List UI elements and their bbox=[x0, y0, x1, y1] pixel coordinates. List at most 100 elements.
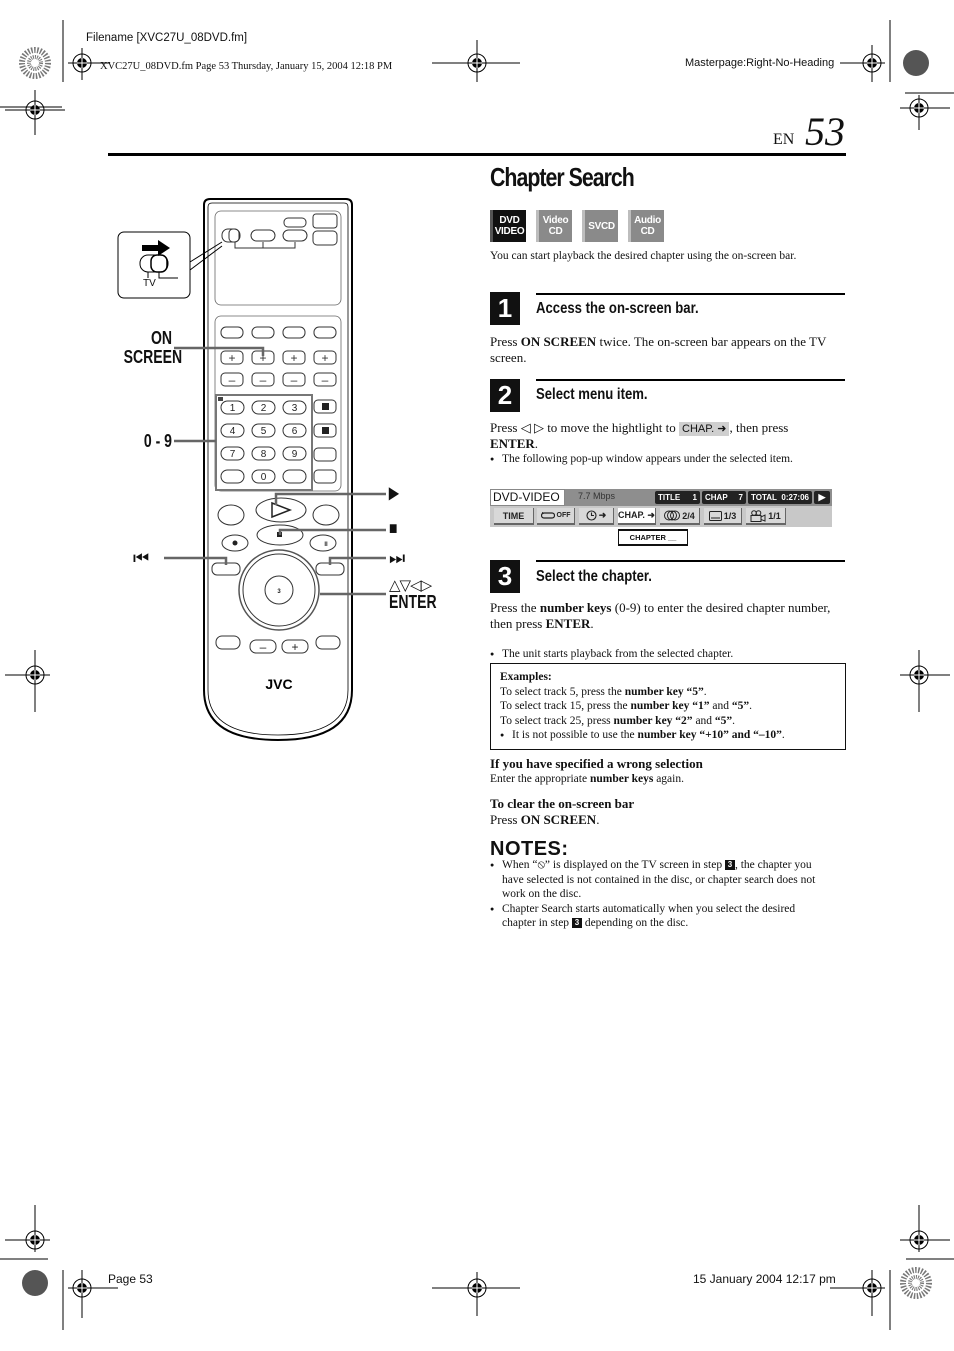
repeat-icon bbox=[540, 512, 555, 519]
text: Press bbox=[490, 334, 521, 349]
osd-btn-label: OFF bbox=[556, 512, 571, 519]
text: Press bbox=[490, 812, 521, 827]
key-name: number key “+10” and “–10” bbox=[637, 729, 782, 741]
badge-line: Video bbox=[542, 215, 569, 226]
osd-btn-subtitle[interactable]: 1/3 bbox=[704, 508, 742, 525]
text: Enter the appropriate bbox=[490, 773, 590, 785]
text: . bbox=[749, 700, 752, 712]
text: . bbox=[703, 685, 707, 698]
clock-icon bbox=[586, 510, 597, 521]
header-rule bbox=[108, 153, 846, 156]
osd-bitrate: 7.7 Mbps bbox=[578, 491, 616, 501]
osd-value: 0:27:06 bbox=[781, 493, 809, 502]
audio-icon bbox=[664, 510, 681, 521]
osd-status-row: DVD-VIDEO 7.7 Mbps TITLE 1 CHAP 7 TOTAL 0:2… bbox=[490, 489, 832, 506]
osd-total: TOTAL 0:27:06 bbox=[748, 491, 812, 504]
key-name: ENTER bbox=[545, 615, 591, 631]
step-1-number: 1 bbox=[490, 292, 520, 325]
osd-btn-time[interactable]: TIME bbox=[494, 508, 534, 525]
osd-btn-angle[interactable]: 1/1 bbox=[746, 508, 786, 525]
next-label-icon: ⏭ bbox=[389, 548, 406, 569]
angle-icon bbox=[750, 509, 766, 522]
subtitle-icon bbox=[708, 510, 722, 521]
badge-line: VIDEO bbox=[494, 226, 525, 237]
examples-title: Examples: bbox=[500, 671, 552, 683]
num-key-2: 2 bbox=[261, 403, 267, 414]
key-name: ON SCREEN bbox=[520, 812, 597, 827]
example-line: To select track 15, press the number key… bbox=[500, 699, 836, 714]
chap-chip: CHAP. ➜ bbox=[679, 422, 730, 436]
step-rule bbox=[536, 293, 845, 295]
osd-value: 1 bbox=[692, 493, 697, 502]
num-key-0: 0 bbox=[261, 472, 267, 483]
on-screen-label-1: ON bbox=[150, 328, 172, 348]
svg-text:+: + bbox=[290, 351, 297, 365]
svg-text:+: + bbox=[291, 640, 298, 654]
svg-text:–: – bbox=[260, 373, 267, 387]
badge-audio-cd: Audio CD bbox=[628, 210, 664, 242]
stop-label-icon: ■ bbox=[389, 518, 398, 538]
step-2-bullet: The following pop-up window appears unde… bbox=[490, 452, 835, 467]
wrong-selection-heading: If you have specified a wrong selection bbox=[490, 756, 703, 771]
num-key-5: 5 bbox=[261, 426, 267, 437]
osd-label: TOTAL bbox=[751, 493, 777, 502]
print-file-info: XVC27U_08DVD.fm Page 53 Thursday, Januar… bbox=[100, 61, 393, 72]
num-key-7: 7 bbox=[230, 449, 236, 460]
osd-btn-chapter[interactable]: CHAP. ➜ bbox=[618, 508, 656, 525]
example-line: To select track 5, press the number key … bbox=[500, 685, 836, 700]
osd-btn-label: CHAP. ➜ bbox=[618, 510, 655, 520]
osd-btn-repeat[interactable]: OFF bbox=[537, 508, 575, 525]
osd-chap: CHAP 7 bbox=[702, 491, 746, 504]
osd-btn-label: 1/3 bbox=[723, 510, 737, 521]
osd-btn-time-search[interactable]: ➜ bbox=[579, 508, 614, 525]
osd-value: 7 bbox=[738, 493, 743, 502]
num-key-6: 6 bbox=[292, 426, 298, 437]
clear-bar-heading: To clear the on-screen bar bbox=[490, 796, 635, 811]
example-bullet: It is not possible to use the number key… bbox=[500, 728, 836, 743]
text: Press the bbox=[490, 600, 540, 615]
key-name: ON SCREEN bbox=[520, 334, 597, 349]
text: Press ◁ ▷ to move the hightlight to bbox=[490, 420, 679, 435]
badge-line: CD bbox=[548, 226, 563, 237]
text: . bbox=[732, 714, 736, 727]
print-masterpage: Masterpage:Right-No-Heading bbox=[685, 57, 835, 69]
text: depending on the disc. bbox=[581, 917, 689, 929]
osd-btn-label: 1/1 bbox=[768, 510, 781, 521]
previous-label-icon: ⏮ bbox=[133, 548, 150, 569]
num-key-3: 3 bbox=[292, 403, 298, 414]
step-1-heading: Access the on-screen bar. bbox=[536, 300, 699, 317]
tv-switch-label: TV bbox=[143, 278, 156, 289]
badge-dvd-video: DVD VIDEO bbox=[490, 210, 526, 242]
osd-btn-label: 2/4 bbox=[682, 510, 695, 521]
step-3-text: Press the number keys (0-9) to enter the… bbox=[490, 600, 846, 631]
osd-label: TITLE bbox=[658, 493, 681, 502]
notes-list: When “⦸” is displayed on the TV screen i… bbox=[490, 858, 830, 931]
badge-line: Audio bbox=[634, 215, 661, 226]
page-number: 53 bbox=[805, 109, 845, 154]
step-rule bbox=[536, 379, 845, 381]
osd-title: TITLE 1 bbox=[655, 491, 700, 504]
key-name: number key “5” bbox=[624, 685, 704, 698]
osd-btn-audio[interactable]: 2/4 bbox=[660, 508, 700, 525]
print-filename: Filename [XVC27U_08DVD.fm] bbox=[86, 32, 248, 44]
text: To select track 25, press bbox=[500, 714, 614, 727]
text: It is not possible to use the bbox=[512, 729, 638, 741]
text: again. bbox=[653, 773, 684, 785]
disc-badges: DVD VIDEO Video CD SVCD Audio CD bbox=[490, 210, 664, 242]
svg-text:–: – bbox=[322, 373, 329, 387]
svg-text:–: – bbox=[291, 373, 298, 387]
osd-menu-row: TIME OFF ➜ CHAP. ➜ 2/4 1/3 1/1 bbox=[490, 506, 832, 527]
step-2-text: Press ◁ ▷ to move the hightlight to CHAP… bbox=[490, 420, 846, 452]
svg-text:+: + bbox=[228, 351, 235, 365]
osd-mode: DVD-VIDEO bbox=[490, 489, 565, 506]
badge-line: SVCD bbox=[588, 220, 615, 232]
num-key-8: 8 bbox=[261, 449, 267, 460]
key-name: number key “2” bbox=[613, 714, 693, 727]
on-screen-bar: DVD-VIDEO 7.7 Mbps TITLE 1 CHAP 7 TOTAL 0:2… bbox=[490, 489, 832, 546]
text: To select track 15, press the bbox=[500, 700, 631, 712]
step-3-heading: Select the chapter. bbox=[536, 568, 652, 585]
play-icon: ▶ bbox=[814, 491, 830, 504]
step-3-icon: 3 bbox=[571, 918, 582, 929]
svg-text:–: – bbox=[229, 373, 236, 387]
step-2-heading: Select menu item. bbox=[536, 386, 648, 403]
